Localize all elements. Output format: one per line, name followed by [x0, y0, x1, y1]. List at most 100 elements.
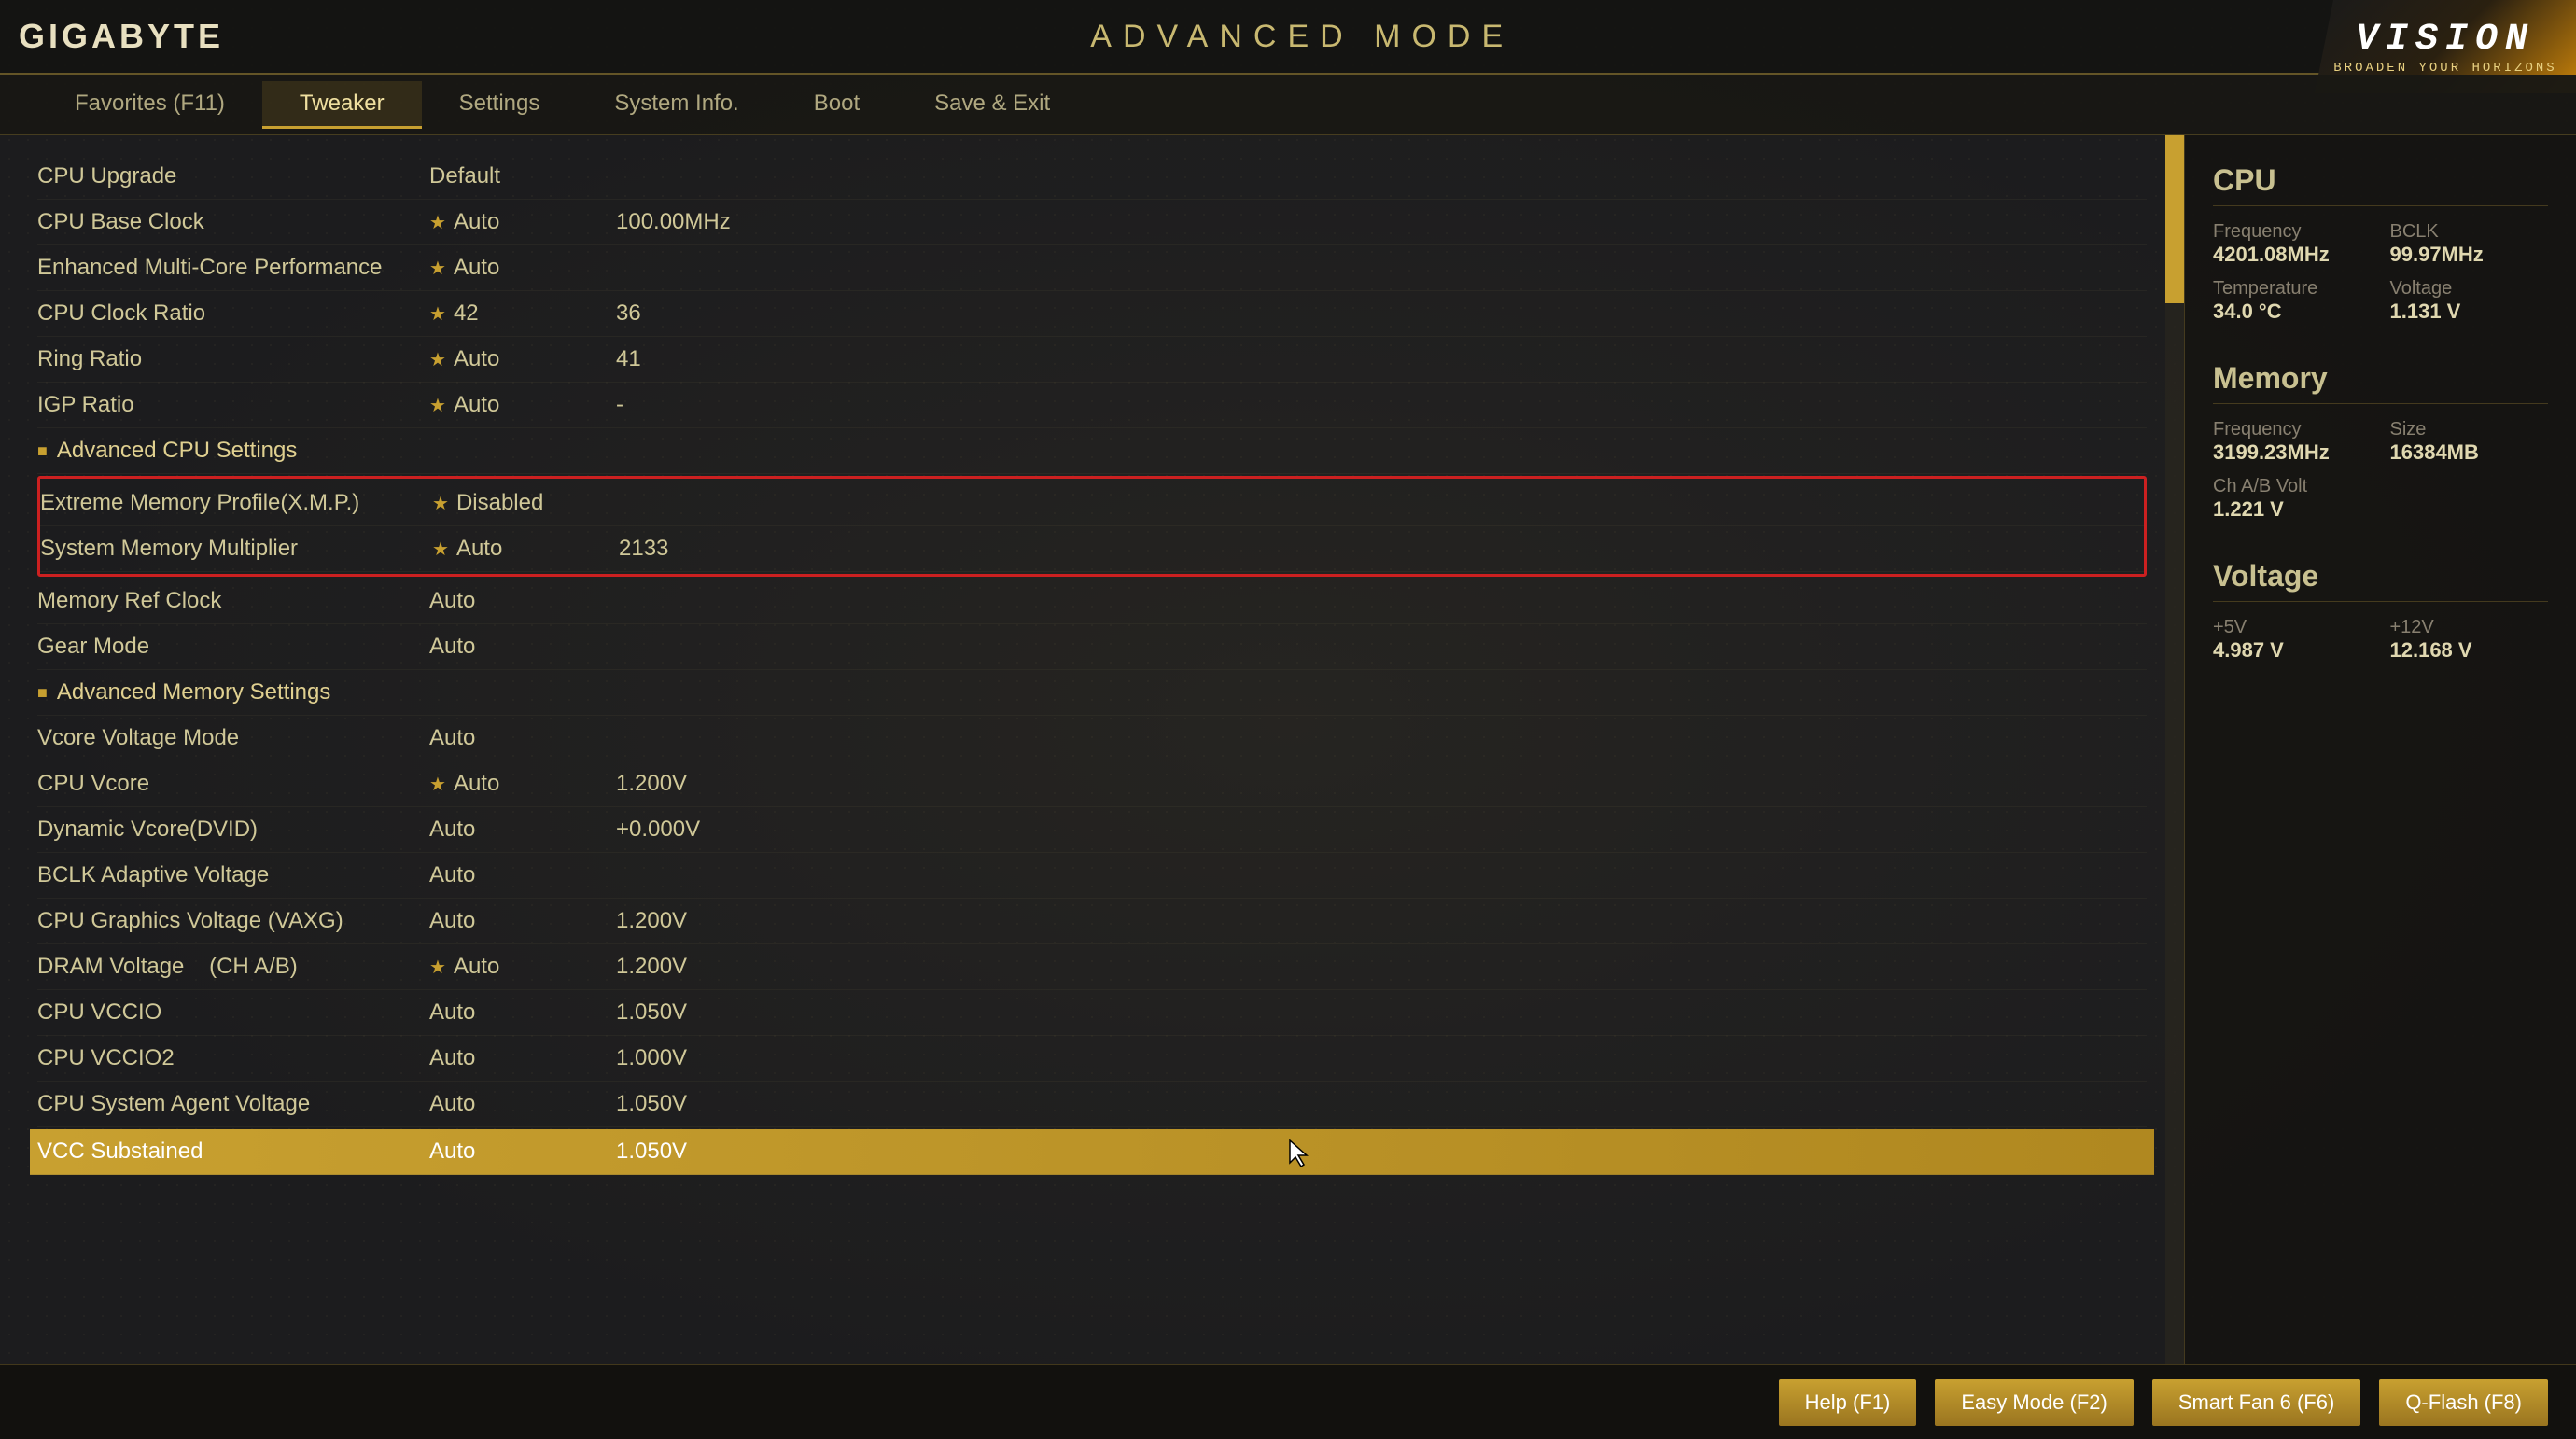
- label-cpu-vccio: CPU VCCIO: [37, 999, 429, 1026]
- value-enhanced-multicore: ★ Auto: [429, 255, 616, 281]
- scrollbar-thumb[interactable]: [2165, 135, 2184, 303]
- value-cpu-vaxg: Auto: [429, 908, 616, 934]
- row-ring-ratio[interactable]: Ring Ratio ★ Auto 41: [37, 337, 2147, 383]
- gigabyte-logo: GIGABYTE: [19, 17, 224, 56]
- cpu-section-title: CPU: [2213, 163, 2548, 206]
- cpu-bclk: BCLK 99.97MHz: [2390, 221, 2549, 267]
- tab-saveexit[interactable]: Save & Exit: [897, 81, 1087, 129]
- row-cpu-vccio2[interactable]: CPU VCCIO2 Auto 1.000V: [37, 1036, 2147, 1082]
- label-vcc-substained: VCC Substained: [37, 1139, 429, 1165]
- value-cpu-vcore: ★ Auto: [429, 771, 616, 797]
- row-igp-ratio[interactable]: IGP Ratio ★ Auto -: [37, 383, 2147, 428]
- row-adv-cpu-section: Advanced CPU Settings: [37, 428, 2147, 474]
- label-adv-mem-section: Advanced Memory Settings: [37, 679, 429, 706]
- value-cpu-upgrade: Default: [429, 163, 616, 189]
- tab-boot[interactable]: Boot: [777, 81, 897, 129]
- label-igp-ratio: IGP Ratio: [37, 392, 429, 418]
- cpu-temp: Temperature 34.0 °C: [2213, 278, 2372, 324]
- scrollbar-track[interactable]: [2165, 135, 2184, 1364]
- row-vcc-substained[interactable]: VCC Substained Auto 1.050V: [30, 1129, 2154, 1175]
- row-vcore-volt-mode[interactable]: Vcore Voltage Mode Auto: [37, 716, 2147, 761]
- value-gear-mode: Auto: [429, 634, 616, 660]
- value2-cpu-base-clock: 100.00MHz: [616, 209, 784, 235]
- value2-igp-ratio: -: [616, 392, 784, 418]
- cpu-info-grid: Frequency 4201.08MHz BCLK 99.97MHz Tempe…: [2213, 221, 2548, 324]
- cpu-freq-label: Frequency 4201.08MHz: [2213, 221, 2372, 267]
- tab-sysinfo[interactable]: System Info.: [577, 81, 776, 129]
- label-ring-ratio: Ring Ratio: [37, 346, 429, 372]
- value2-cpu-vccio2: 1.000V: [616, 1045, 784, 1071]
- label-bclk-adaptive: BCLK Adaptive Voltage: [37, 862, 429, 888]
- value2-dvid: +0.000V: [616, 817, 784, 843]
- tab-settings[interactable]: Settings: [422, 81, 578, 129]
- label-cpu-vcore: CPU Vcore: [37, 771, 429, 797]
- cpu-info-section: CPU Frequency 4201.08MHz BCLK 99.97MHz T…: [2213, 163, 2548, 324]
- memory-section-title: Memory: [2213, 361, 2548, 404]
- value2-cpu-vaxg: 1.200V: [616, 908, 784, 934]
- row-cpu-upgrade[interactable]: CPU Upgrade Default: [37, 154, 2147, 200]
- row-dram-volt[interactable]: DRAM Voltage (CH A/B) ★ Auto 1.200V: [37, 944, 2147, 990]
- row-enhanced-multicore[interactable]: Enhanced Multi-Core Performance ★ Auto: [37, 245, 2147, 291]
- value2-sys-mem-mult: 2133: [619, 536, 787, 562]
- value-cpu-base-clock: ★ Auto: [429, 209, 616, 235]
- qflash-button[interactable]: Q-Flash (F8): [2379, 1379, 2548, 1426]
- row-cpu-vaxg[interactable]: CPU Graphics Voltage (VAXG) Auto 1.200V: [37, 899, 2147, 944]
- smart-fan-button[interactable]: Smart Fan 6 (F6): [2152, 1379, 2360, 1426]
- memory-info-section: Memory Frequency 3199.23MHz Size 16384MB…: [2213, 361, 2548, 522]
- value2-vcc-substained: 1.050V: [616, 1139, 784, 1165]
- row-cpu-base-clock[interactable]: CPU Base Clock ★ Auto 100.00MHz: [37, 200, 2147, 245]
- row-bclk-adaptive[interactable]: BCLK Adaptive Voltage Auto: [37, 853, 2147, 899]
- value-xmp: ★ Disabled: [432, 490, 619, 516]
- label-dram-volt: DRAM Voltage (CH A/B): [37, 954, 429, 980]
- tab-favorites[interactable]: Favorites (F11): [37, 81, 262, 129]
- label-xmp: Extreme Memory Profile(X.M.P.): [40, 490, 432, 516]
- vision-sub: BROADEN YOUR HORIZONS: [2333, 61, 2556, 76]
- v5: +5V 4.987 V: [2213, 617, 2372, 663]
- cpu-volt: Voltage 1.131 V: [2390, 278, 2549, 324]
- value-sys-mem-mult: ★ Auto: [432, 536, 619, 562]
- value2-dram-volt: 1.200V: [616, 954, 784, 980]
- label-cpu-upgrade: CPU Upgrade: [37, 163, 429, 189]
- row-dvid[interactable]: Dynamic Vcore(DVID) Auto +0.000V: [37, 807, 2147, 853]
- value-ring-ratio: ★ Auto: [429, 346, 616, 372]
- label-sys-mem-mult: System Memory Multiplier: [40, 536, 432, 562]
- info-panel: CPU Frequency 4201.08MHz BCLK 99.97MHz T…: [2184, 135, 2576, 1364]
- voltage-info-grid: +5V 4.987 V +12V 12.168 V: [2213, 617, 2548, 663]
- label-enhanced-multicore: Enhanced Multi-Core Performance: [37, 255, 429, 281]
- value-cpu-sa-volt: Auto: [429, 1091, 616, 1117]
- label-vcore-volt-mode: Vcore Voltage Mode: [37, 725, 429, 751]
- label-gear-mode: Gear Mode: [37, 634, 429, 660]
- row-gear-mode[interactable]: Gear Mode Auto: [37, 624, 2147, 670]
- value2-cpu-clock-ratio: 36: [616, 300, 784, 327]
- label-cpu-clock-ratio: CPU Clock Ratio: [37, 300, 429, 327]
- mem-size: Size 16384MB: [2390, 419, 2549, 465]
- tab-tweaker[interactable]: Tweaker: [262, 81, 422, 129]
- settings-panel: CPU Upgrade Default CPU Base Clock ★ Aut…: [0, 135, 2184, 1364]
- value2-cpu-sa-volt: 1.050V: [616, 1091, 784, 1117]
- row-mem-ref-clock[interactable]: Memory Ref Clock Auto: [37, 579, 2147, 624]
- easy-mode-button[interactable]: Easy Mode (F2): [1935, 1379, 2134, 1426]
- row-xmp[interactable]: Extreme Memory Profile(X.M.P.) ★ Disable…: [40, 481, 2144, 526]
- value2-cpu-vcore: 1.200V: [616, 771, 784, 797]
- value2-ring-ratio: 41: [616, 346, 784, 372]
- mem-chvolt: Ch A/B Volt 1.221 V: [2213, 476, 2548, 522]
- value2-cpu-vccio: 1.050V: [616, 999, 784, 1026]
- label-cpu-vccio2: CPU VCCIO2: [37, 1045, 429, 1071]
- row-cpu-vcore[interactable]: CPU Vcore ★ Auto 1.200V: [37, 761, 2147, 807]
- value-cpu-clock-ratio: ★ 42: [429, 300, 616, 327]
- voltage-info-section: Voltage +5V 4.987 V +12V 12.168 V: [2213, 559, 2548, 663]
- memory-info-grid: Frequency 3199.23MHz Size 16384MB Ch A/B…: [2213, 419, 2548, 522]
- voltage-section-title: Voltage: [2213, 559, 2548, 602]
- row-sys-mem-mult[interactable]: System Memory Multiplier ★ Auto 2133: [40, 526, 2144, 572]
- row-cpu-vccio[interactable]: CPU VCCIO Auto 1.050V: [37, 990, 2147, 1036]
- main-content: CPU Upgrade Default CPU Base Clock ★ Aut…: [0, 135, 2576, 1364]
- label-cpu-base-clock: CPU Base Clock: [37, 209, 429, 235]
- help-button[interactable]: Help (F1): [1779, 1379, 1917, 1426]
- value-vcore-volt-mode: Auto: [429, 725, 616, 751]
- value-dvid: Auto: [429, 817, 616, 843]
- top-bar: GIGABYTE ADVANCED MODE 02/18/2022 Friday…: [0, 0, 2576, 75]
- row-cpu-sa-volt[interactable]: CPU System Agent Voltage Auto 1.050V: [37, 1082, 2147, 1127]
- row-cpu-clock-ratio[interactable]: CPU Clock Ratio ★ 42 36: [37, 291, 2147, 337]
- label-cpu-sa-volt: CPU System Agent Voltage: [37, 1091, 429, 1117]
- label-cpu-vaxg: CPU Graphics Voltage (VAXG): [37, 908, 429, 934]
